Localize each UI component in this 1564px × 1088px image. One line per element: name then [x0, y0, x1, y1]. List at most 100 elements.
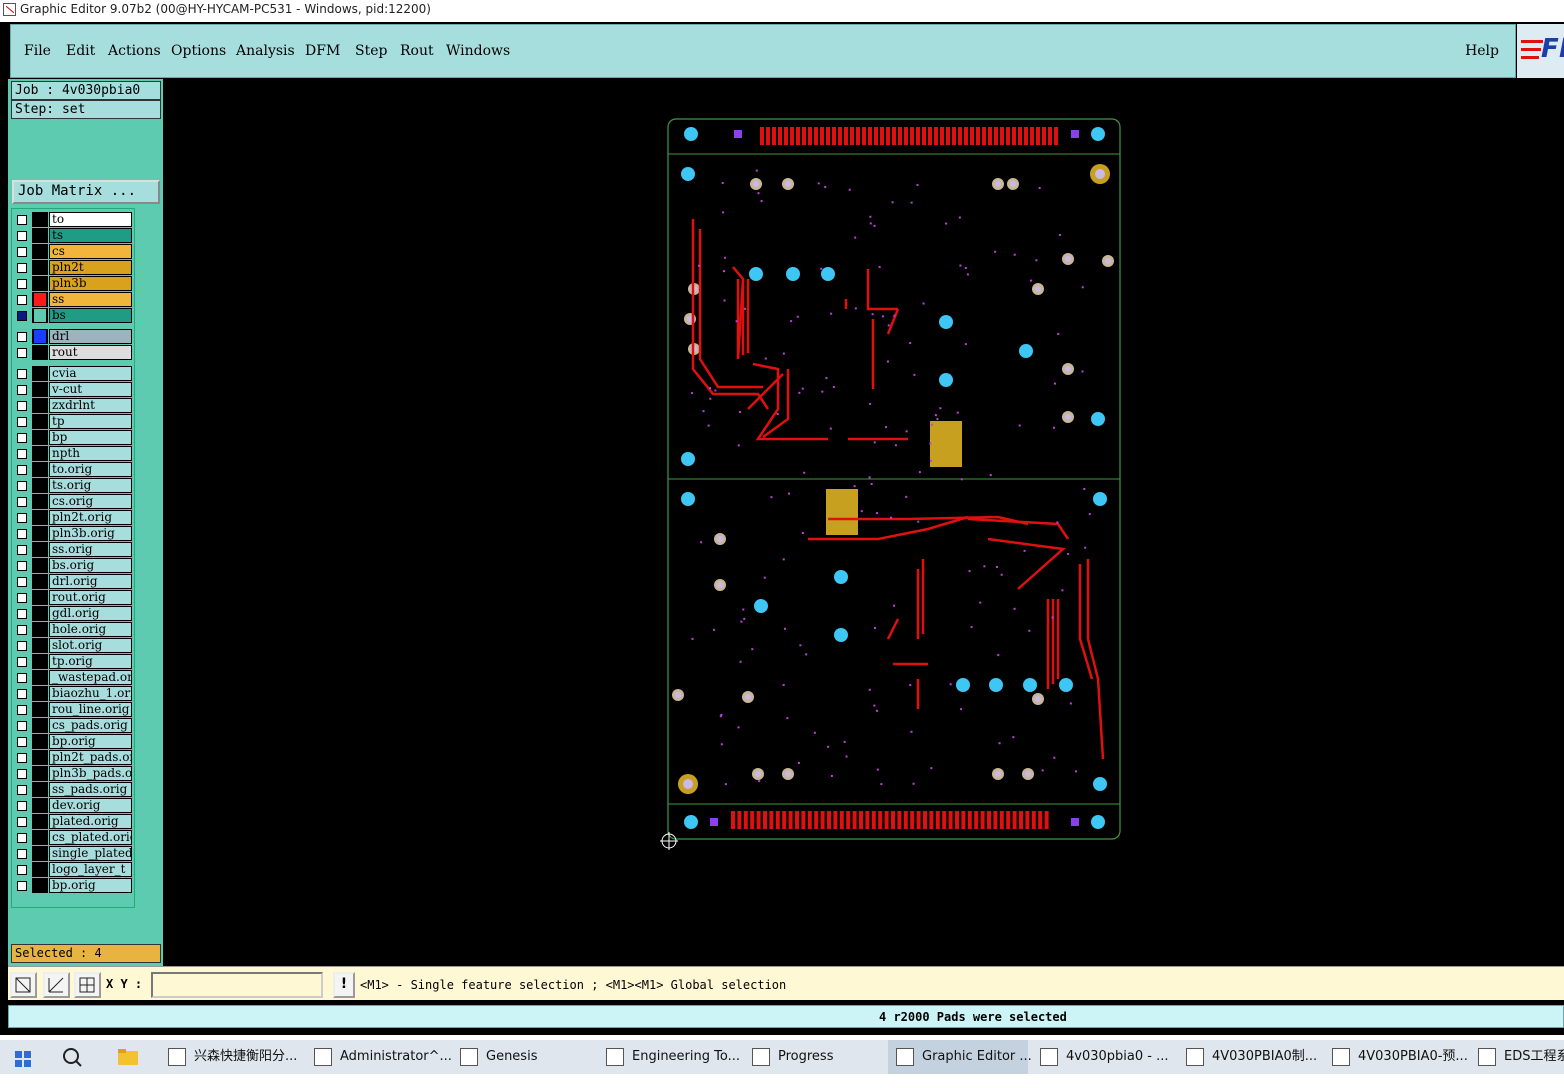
layer-row[interactable]: to.orig	[14, 462, 134, 477]
layer-name[interactable]: logo_layer_t	[49, 862, 132, 877]
layer-name[interactable]: pln2t.orig	[49, 510, 132, 525]
layer-checkbox[interactable]	[17, 497, 27, 507]
layer-color-swatch[interactable]	[32, 244, 48, 259]
layer-name[interactable]: v-cut	[49, 382, 132, 397]
layer-checkbox[interactable]	[17, 753, 27, 763]
layer-name[interactable]: tp.orig	[49, 654, 132, 669]
layer-name[interactable]: bp.orig	[49, 878, 132, 893]
taskbar-item[interactable]: 4V030PBIA0-预...	[1324, 1040, 1468, 1074]
menu-analysis[interactable]: Analysis	[236, 43, 295, 59]
layer-row[interactable]: pln2t.orig	[14, 510, 134, 525]
layer-name[interactable]: gdl.orig	[49, 606, 132, 621]
layer-row[interactable]: to	[14, 212, 134, 227]
menu-file[interactable]: File	[24, 43, 51, 59]
layer-name[interactable]: bs	[49, 308, 132, 323]
layer-name[interactable]: cs	[49, 244, 132, 259]
graphic-canvas[interactable]	[163, 79, 1564, 966]
layer-name[interactable]: pln2t	[49, 260, 132, 275]
taskbar-item[interactable]: Genesis	[452, 1040, 592, 1074]
layer-row[interactable]: pln3b	[14, 276, 134, 291]
layer-name[interactable]: hole.orig	[49, 622, 132, 637]
layer-color-swatch[interactable]	[32, 398, 48, 413]
layer-color-swatch[interactable]	[32, 750, 48, 765]
layer-color-swatch[interactable]	[32, 686, 48, 701]
layer-color-swatch[interactable]	[32, 798, 48, 813]
layer-name[interactable]: biaozhu_1.orig	[49, 686, 132, 701]
layer-color-swatch[interactable]	[32, 382, 48, 397]
layer-color-swatch[interactable]	[32, 446, 48, 461]
layer-name[interactable]: ts.orig	[49, 478, 132, 493]
taskbar-item[interactable]: Engineering To...	[598, 1040, 740, 1074]
layer-checkbox[interactable]	[17, 295, 27, 305]
layer-color-swatch[interactable]	[32, 670, 48, 685]
layer-row[interactable]: ts.orig	[14, 478, 134, 493]
taskbar-item[interactable]: 4V030PBIA0制...	[1178, 1040, 1318, 1074]
layer-row[interactable]: ss.orig	[14, 542, 134, 557]
layer-checkbox[interactable]	[17, 881, 27, 891]
layer-checkbox[interactable]	[17, 348, 27, 358]
layer-color-swatch[interactable]	[32, 718, 48, 733]
layer-checkbox[interactable]	[17, 641, 27, 651]
layer-name[interactable]: pln3b.orig	[49, 526, 132, 541]
layer-row[interactable]: single_plated	[14, 846, 134, 861]
layer-row[interactable]: bp.orig	[14, 734, 134, 749]
xy-input[interactable]	[151, 972, 323, 998]
layer-checkbox[interactable]	[17, 401, 27, 411]
layer-checkbox[interactable]	[17, 513, 27, 523]
layer-row[interactable]: cvia	[14, 366, 134, 381]
layer-row[interactable]: rout	[14, 345, 134, 360]
layer-checkbox[interactable]	[17, 545, 27, 555]
layer-checkbox[interactable]	[17, 577, 27, 587]
menu-actions[interactable]: Actions	[108, 43, 161, 59]
layer-row[interactable]: v-cut	[14, 382, 134, 397]
layer-color-swatch[interactable]	[32, 228, 48, 243]
layer-color-swatch[interactable]	[32, 654, 48, 669]
layer-checkbox[interactable]	[17, 833, 27, 843]
layer-name[interactable]: zxdrlnt	[49, 398, 132, 413]
layer-name[interactable]: ts	[49, 228, 132, 243]
layer-name[interactable]: cs.orig	[49, 494, 132, 509]
layer-name[interactable]: pln3b_pads.orig	[49, 766, 132, 781]
layer-checkbox[interactable]	[17, 673, 27, 683]
layer-checkbox[interactable]	[17, 801, 27, 811]
layer-color-swatch[interactable]	[32, 345, 48, 360]
layer-row[interactable]: bp.orig	[14, 878, 134, 893]
taskbar-item[interactable]: 4v030pbia0 - ...	[1032, 1040, 1172, 1074]
layer-color-swatch[interactable]	[32, 494, 48, 509]
layer-color-swatch[interactable]	[32, 766, 48, 781]
layer-name[interactable]: npth	[49, 446, 132, 461]
layer-checkbox[interactable]	[17, 215, 27, 225]
layer-checkbox[interactable]	[17, 449, 27, 459]
layer-name[interactable]: cs_pads.orig	[49, 718, 132, 733]
layer-row[interactable]: ts	[14, 228, 134, 243]
layer-checkbox[interactable]	[17, 817, 27, 827]
layer-color-swatch[interactable]	[32, 574, 48, 589]
layer-color-swatch[interactable]	[32, 702, 48, 717]
layer-name[interactable]: slot.orig	[49, 638, 132, 653]
layer-row[interactable]: zxdrlnt	[14, 398, 134, 413]
layer-checkbox[interactable]	[17, 705, 27, 715]
layer-color-swatch[interactable]	[32, 478, 48, 493]
layer-color-swatch[interactable]	[32, 846, 48, 861]
layer-name[interactable]: drl	[49, 329, 132, 344]
layer-color-swatch[interactable]	[32, 212, 48, 227]
measure-button[interactable]	[43, 972, 70, 998]
layer-name[interactable]: to.orig	[49, 462, 132, 477]
layer-name[interactable]: bp	[49, 430, 132, 445]
layer-checkbox[interactable]	[17, 247, 27, 257]
layer-row[interactable]: cs_plated.orig	[14, 830, 134, 845]
taskbar-item[interactable]: 兴森快捷衡阳分...	[160, 1040, 300, 1074]
layer-row[interactable]: gdl.orig	[14, 606, 134, 621]
layer-checkbox[interactable]	[17, 465, 27, 475]
layer-color-swatch[interactable]	[32, 329, 48, 344]
layer-name[interactable]: rout.orig	[49, 590, 132, 605]
menu-options[interactable]: Options	[171, 43, 226, 59]
layer-row[interactable]: tp	[14, 414, 134, 429]
layer-checkbox[interactable]	[17, 481, 27, 491]
start-button[interactable]	[0, 1040, 46, 1074]
layer-row[interactable]: ss_pads.orig	[14, 782, 134, 797]
layer-checkbox[interactable]	[17, 737, 27, 747]
alert-button[interactable]: !	[333, 972, 355, 998]
layer-row[interactable]: drl.orig	[14, 574, 134, 589]
layer-checkbox[interactable]	[17, 593, 27, 603]
